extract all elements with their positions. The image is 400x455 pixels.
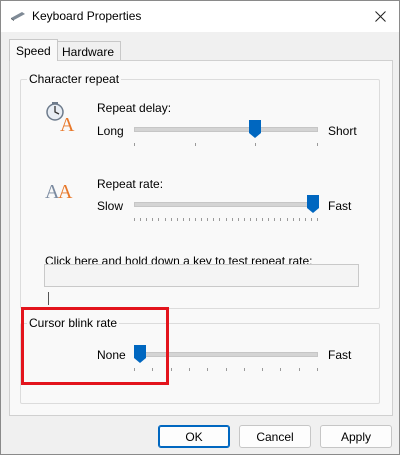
- close-icon: [374, 11, 386, 22]
- window-title: Keyboard Properties: [32, 9, 142, 23]
- slider-tick: [299, 368, 300, 371]
- slider-tick: [256, 218, 257, 221]
- slider-tick: [207, 218, 208, 221]
- title-bar: Keyboard Properties: [1, 1, 399, 32]
- ok-button-label: OK: [185, 429, 203, 444]
- svg-text:A: A: [58, 181, 73, 202]
- slider-tick: [158, 218, 159, 221]
- slider-tick: [165, 218, 166, 221]
- slider-tick: [244, 368, 245, 371]
- slider-tick: [189, 218, 190, 221]
- slider-tick: [262, 368, 263, 371]
- cursor-blink-max-label: Fast: [328, 348, 352, 362]
- slider-tick: [213, 218, 214, 221]
- slider-tick: [226, 368, 227, 371]
- slider-tick: [152, 218, 153, 221]
- slider-tick: [255, 143, 256, 146]
- slider-tick: [238, 218, 239, 221]
- close-button[interactable]: [361, 1, 399, 32]
- apply-button[interactable]: Apply: [320, 425, 392, 448]
- slider-tick: [317, 368, 318, 371]
- tab-speed-label: Speed: [16, 43, 51, 58]
- slider-tick: [201, 218, 202, 221]
- slider-tick: [146, 218, 147, 221]
- character-repeat-label: Character repeat: [27, 72, 122, 86]
- slider-tick: [207, 368, 208, 371]
- slider-tick: [268, 218, 269, 221]
- repeat-rate-icon: A A: [45, 181, 73, 202]
- slider-tick: [171, 218, 172, 221]
- slider-tick: [299, 218, 300, 221]
- repeat-delay-track: [134, 127, 318, 132]
- keyboard-icon: [11, 12, 25, 21]
- tab-speed[interactable]: Speed: [9, 39, 58, 61]
- slider-tick: [232, 218, 233, 221]
- slider-tick: [140, 218, 141, 221]
- slider-tick: [244, 218, 245, 221]
- slider-tick: [250, 218, 251, 221]
- highlight-box: [21, 307, 169, 385]
- ok-button[interactable]: OK: [158, 425, 230, 448]
- slider-tick: [219, 218, 220, 221]
- repeat-delay-slider[interactable]: [134, 120, 318, 146]
- apply-button-label: Apply: [340, 429, 372, 444]
- repeat-rate-min-label: Slow: [97, 199, 124, 213]
- tab-hardware[interactable]: Hardware: [55, 41, 122, 62]
- slider-tick: [305, 218, 306, 221]
- repeat-delay-label: Repeat delay:: [97, 101, 172, 115]
- tab-hardware-label: Hardware: [62, 44, 115, 59]
- slider-tick: [171, 368, 172, 371]
- slider-tick: [189, 368, 190, 371]
- repeat-delay-icon: A: [46, 102, 75, 133]
- repeat-delay-thumb[interactable]: [249, 120, 261, 138]
- slider-tick: [262, 218, 263, 221]
- slider-tick: [317, 143, 318, 146]
- slider-tick: [226, 218, 227, 221]
- repeat-delay-min-label: Long: [97, 124, 124, 138]
- blinking-cursor-preview: [48, 292, 49, 305]
- slider-tick: [183, 218, 184, 221]
- slider-tick: [280, 218, 281, 221]
- repeat-delay-max-label: Short: [328, 124, 357, 138]
- slider-tick: [317, 218, 318, 221]
- slider-tick: [177, 218, 178, 221]
- slider-tick: [195, 143, 196, 146]
- slider-tick: [134, 143, 135, 146]
- slider-tick: [134, 218, 135, 221]
- slider-tick: [293, 218, 294, 221]
- repeat-rate-label: Repeat rate:: [97, 177, 164, 191]
- cancel-button-label: Cancel: [256, 429, 294, 444]
- test-repeat-input[interactable]: [44, 264, 359, 287]
- keyboard-properties-window: Keyboard Properties Speed Hardware Chara…: [0, 0, 400, 455]
- cancel-button[interactable]: Cancel: [239, 425, 311, 448]
- repeat-rate-max-label: Fast: [328, 199, 352, 213]
- repeat-rate-track: [134, 202, 318, 207]
- svg-text:A: A: [60, 114, 75, 133]
- slider-tick: [311, 218, 312, 221]
- repeat-rate-slider[interactable]: [134, 195, 319, 221]
- slider-tick: [274, 218, 275, 221]
- repeat-rate-thumb[interactable]: [307, 195, 319, 213]
- slider-tick: [195, 218, 196, 221]
- slider-tick: [287, 218, 288, 221]
- slider-tick: [280, 368, 281, 371]
